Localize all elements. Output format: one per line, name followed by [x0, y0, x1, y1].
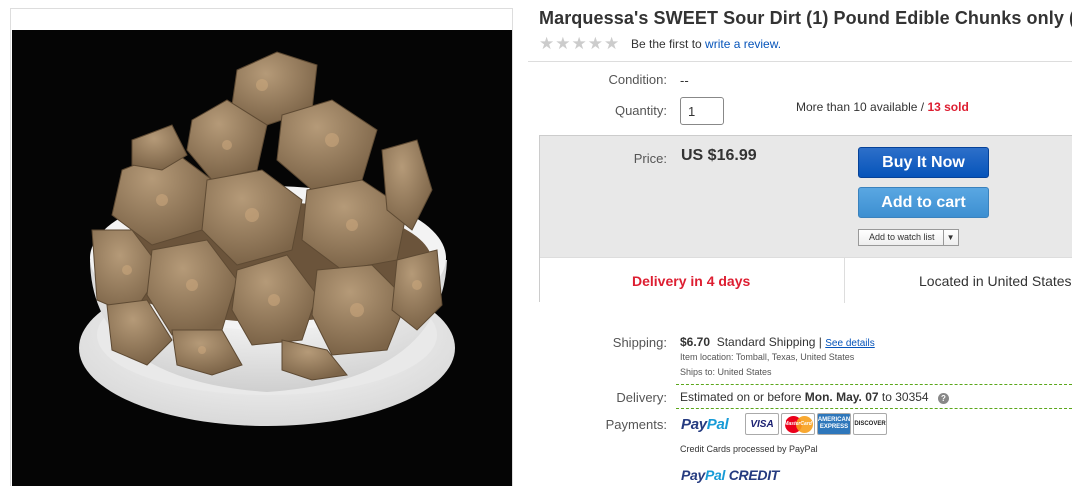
- buy-it-now-button[interactable]: Buy It Now: [858, 147, 989, 178]
- credit-pay: Pay: [681, 467, 706, 483]
- shipping-label: Shipping:: [612, 335, 667, 350]
- delivery-estimate: Estimated on or before Mon. May. 07 to 3…: [680, 390, 949, 404]
- credit-word: CREDIT: [728, 467, 780, 483]
- credit-pal: Pal: [705, 467, 726, 483]
- amex-icon: AMERICAN EXPRESS: [817, 413, 851, 435]
- rating-stars[interactable]: ★ ★ ★ ★ ★: [539, 34, 620, 53]
- mastercard-icon: MasterCard: [781, 413, 815, 435]
- divider: [528, 61, 1072, 62]
- shipping-method: Standard Shipping: [716, 335, 816, 349]
- availability: More than 10 available / 13 sold: [796, 100, 969, 114]
- delivery-zip: to 30354: [881, 390, 929, 404]
- delivery-prefix: Estimated on or before: [680, 390, 802, 404]
- delivery-date: Mon. May. 07: [804, 390, 879, 404]
- star-icon: ★: [587, 34, 603, 53]
- sold-count[interactable]: 13 sold: [927, 100, 968, 114]
- quantity-label: Quantity:: [614, 103, 667, 118]
- price-label: Price:: [633, 151, 667, 166]
- credit-card-note: Credit Cards processed by PayPal: [680, 444, 818, 454]
- item-location-detail: Item location: Tomball, Texas, United St…: [680, 352, 855, 362]
- visa-icon: VISA: [745, 413, 779, 435]
- see-details-link[interactable]: See details: [825, 338, 874, 349]
- write-review-link[interactable]: write a review.: [705, 37, 781, 51]
- star-icon: ★: [555, 34, 571, 53]
- paypal-pal: Pal: [706, 416, 729, 433]
- shipping-value: $6.70 Standard Shipping | See details: [680, 335, 875, 349]
- chevron-down-icon[interactable]: ▼: [942, 230, 958, 245]
- listing-title: Marquessa's SWEET Sour Dirt (1) Pound Ed…: [539, 8, 1072, 28]
- watch-list-button[interactable]: Add to watch list ▼: [858, 229, 959, 246]
- add-to-cart-button[interactable]: Add to cart: [858, 187, 989, 218]
- mastercard-label: MasterCard: [784, 421, 812, 427]
- quantity-input[interactable]: [680, 97, 724, 125]
- divider: [676, 408, 1072, 409]
- paypal-logo: PayPal: [681, 416, 729, 433]
- divider: [676, 384, 1072, 385]
- product-image[interactable]: [12, 30, 512, 486]
- star-icon: ★: [604, 34, 620, 53]
- item-location: Located in United States: [919, 273, 1072, 289]
- delivery-days: Delivery in 4 days: [632, 273, 751, 289]
- availability-text: More than 10 available /: [796, 100, 925, 114]
- condition-value: --: [680, 73, 689, 88]
- divider: [844, 258, 845, 303]
- buy-box: Price: US $16.99 Buy It Now Add to cart …: [539, 135, 1072, 303]
- help-icon[interactable]: ?: [937, 393, 949, 404]
- review-prefix: Be the first to: [631, 37, 702, 51]
- watch-list-label[interactable]: Add to watch list: [859, 230, 943, 245]
- paypal-credit-logo[interactable]: PayPal CREDIT: [681, 467, 779, 483]
- review-prompt: Be the first to write a review.: [631, 37, 781, 51]
- condition-label: Condition:: [608, 72, 667, 87]
- ships-to: Ships to: United States: [680, 367, 772, 377]
- card-logos: VISA MasterCard AMERICAN EXPRESS DISCOVE…: [745, 413, 887, 435]
- star-icon: ★: [539, 34, 555, 53]
- shipping-cost: $6.70: [680, 335, 711, 349]
- paypal-pay: Pay: [681, 416, 707, 433]
- buy-box-footer: Delivery in 4 days Located in United Sta…: [540, 257, 1072, 303]
- delivery-label: Delivery:: [616, 390, 667, 405]
- separator: |: [818, 335, 822, 349]
- price-value: US $16.99: [681, 147, 757, 164]
- star-icon: ★: [571, 34, 587, 53]
- discover-icon: DISCOVER: [853, 413, 887, 435]
- payments-label: Payments:: [605, 417, 667, 432]
